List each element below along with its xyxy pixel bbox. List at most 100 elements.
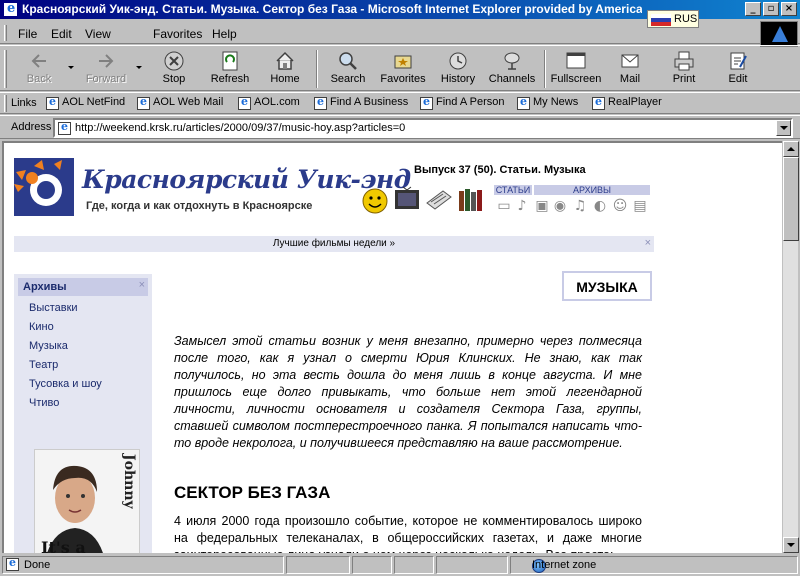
- smile-mini-icon[interactable]: ☺: [612, 198, 628, 214]
- ie-app-icon[interactable]: [3, 1, 18, 17]
- status-progress-cell: [286, 556, 350, 574]
- note-mini-icon[interactable]: ♫: [572, 198, 588, 214]
- toolbar-separator: [316, 50, 318, 88]
- address-field[interactable]: [53, 118, 793, 138]
- menu-view[interactable]: View: [85, 27, 111, 41]
- archive-sidebar: Архивы × Выставки Кино Музыка Театр Тусо…: [14, 274, 152, 553]
- link-my-news[interactable]: My News: [517, 95, 578, 110]
- menu-favorites[interactable]: Favorites: [153, 27, 202, 41]
- status-cell: [352, 556, 392, 574]
- tab-articles[interactable]: СТАТЬИ: [494, 185, 532, 195]
- photo-caption-tagline: It's a: [41, 538, 86, 553]
- mail-button[interactable]: Mail: [606, 48, 654, 90]
- channels-button[interactable]: Channels: [486, 48, 538, 90]
- book-mini-icon[interactable]: ▤: [632, 198, 648, 214]
- link-aol-web-mail[interactable]: AOL Web Mail: [137, 95, 223, 110]
- russian-flag-icon: [651, 14, 671, 26]
- menu-help[interactable]: Help: [212, 27, 237, 41]
- smiley-icon[interactable]: [361, 185, 389, 215]
- status-cell: [436, 556, 508, 574]
- sidebar-item-exhibitions[interactable]: Выставки: [29, 302, 78, 314]
- sidebar-item-music[interactable]: Музыка: [29, 340, 68, 352]
- scroll-up-button[interactable]: [783, 141, 799, 157]
- refresh-button[interactable]: Refresh: [204, 48, 256, 90]
- security-zone-cell[interactable]: Internet zone: [510, 556, 798, 574]
- fullscreen-button[interactable]: Fullscreen: [550, 48, 602, 90]
- gallery-mini-icon[interactable]: ▣: [534, 198, 550, 214]
- stop-icon: [163, 50, 185, 72]
- section-pictures: [361, 185, 493, 215]
- search-button[interactable]: Search: [324, 48, 372, 90]
- edit-button[interactable]: Edit: [714, 48, 762, 90]
- link-aol-netfind[interactable]: AOL NetFind: [46, 95, 125, 110]
- music-mini-icon[interactable]: ♪: [514, 198, 530, 214]
- sidebar-heading-label: Архивы: [23, 281, 67, 293]
- cinema-mini-icon[interactable]: ◉: [552, 198, 568, 214]
- forward-dropdown-icon[interactable]: [136, 66, 142, 69]
- status-text: Done: [24, 559, 51, 571]
- link-find-a-person[interactable]: Find A Person: [420, 95, 505, 110]
- sidebar-item-theatre[interactable]: Театр: [29, 359, 58, 371]
- sidebar-item-cinema[interactable]: Кино: [29, 321, 54, 333]
- tv-icon[interactable]: [393, 185, 421, 215]
- section-nav-tabs: СТАТЬИ АРХИВЫ: [494, 185, 652, 195]
- page-icon: [137, 95, 150, 110]
- address-label: Address: [11, 121, 52, 133]
- sidebar-item-reading[interactable]: Чтиво: [29, 397, 59, 409]
- linksbar-grip[interactable]: [4, 95, 7, 112]
- address-bar: Address: [0, 115, 800, 139]
- language-label: RUS: [674, 13, 698, 25]
- link-realplayer[interactable]: RealPlayer: [592, 95, 662, 110]
- top-banner: Лучшие фильмы недели » ×: [14, 236, 654, 252]
- menubar-grip[interactable]: [4, 25, 7, 41]
- site-logo-subtitle: Где, когда и как отдохнуть в Красноярске: [86, 200, 313, 212]
- forward-button[interactable]: Forward: [78, 48, 134, 90]
- home-icon: [274, 50, 296, 72]
- print-button[interactable]: Print: [660, 48, 708, 90]
- section-title: МУЗЫКА: [576, 279, 638, 295]
- books-icon[interactable]: [457, 185, 485, 215]
- language-indicator[interactable]: RUS: [647, 10, 699, 28]
- channels-satellite-icon: [501, 50, 523, 72]
- links-label[interactable]: Links: [11, 97, 37, 109]
- page-icon: [314, 95, 327, 110]
- history-button[interactable]: History: [434, 48, 482, 90]
- printer-icon: [673, 50, 695, 72]
- best-films-link[interactable]: Лучшие фильмы недели »: [14, 238, 654, 249]
- tv-mini-icon[interactable]: ▭: [496, 198, 512, 214]
- sidebar-close-icon[interactable]: ×: [139, 279, 145, 291]
- artist-photo: Johnny It's a: [34, 449, 140, 553]
- close-banner-icon[interactable]: ×: [645, 237, 651, 249]
- toolbar-grip[interactable]: [4, 50, 7, 88]
- status-cell: [394, 556, 434, 574]
- back-arrow-icon: [28, 50, 50, 72]
- theatre-mini-icon[interactable]: ◐: [592, 198, 608, 214]
- close-button[interactable]: ×: [781, 2, 797, 16]
- address-dropdown-button[interactable]: [776, 120, 791, 136]
- scroll-down-button[interactable]: [783, 537, 799, 553]
- menu-edit[interactable]: Edit: [51, 27, 72, 41]
- back-button[interactable]: Back: [14, 48, 64, 90]
- address-input[interactable]: [75, 121, 765, 135]
- sidebar-item-party-show[interactable]: Тусовка и шоу: [29, 378, 102, 390]
- fullscreen-icon: [565, 50, 587, 72]
- newspaper-icon[interactable]: [425, 185, 453, 215]
- aol-throbber-icon: [760, 21, 798, 47]
- site-logo-icon[interactable]: [14, 158, 74, 216]
- favorites-button[interactable]: Favorites: [376, 48, 430, 90]
- link-find-a-business[interactable]: Find A Business: [314, 95, 408, 110]
- back-dropdown-icon[interactable]: [68, 66, 74, 69]
- minimize-button[interactable]: _: [745, 2, 761, 16]
- link-aol-com[interactable]: AOL.com: [238, 95, 300, 110]
- maximize-button[interactable]: ▫: [763, 2, 779, 16]
- tab-archives[interactable]: АРХИВЫ: [534, 185, 650, 195]
- page-icon: [517, 95, 530, 110]
- scroll-thumb[interactable]: [783, 157, 799, 241]
- page-icon: [46, 95, 59, 110]
- menu-file[interactable]: File: [18, 27, 37, 41]
- page-viewport[interactable]: Красноярский Уик-энд Где, когда и как от…: [2, 141, 782, 553]
- stop-button[interactable]: Stop: [150, 48, 198, 90]
- vertical-scrollbar[interactable]: [782, 141, 799, 553]
- toolbar-separator: [544, 50, 546, 88]
- home-button[interactable]: Home: [262, 48, 308, 90]
